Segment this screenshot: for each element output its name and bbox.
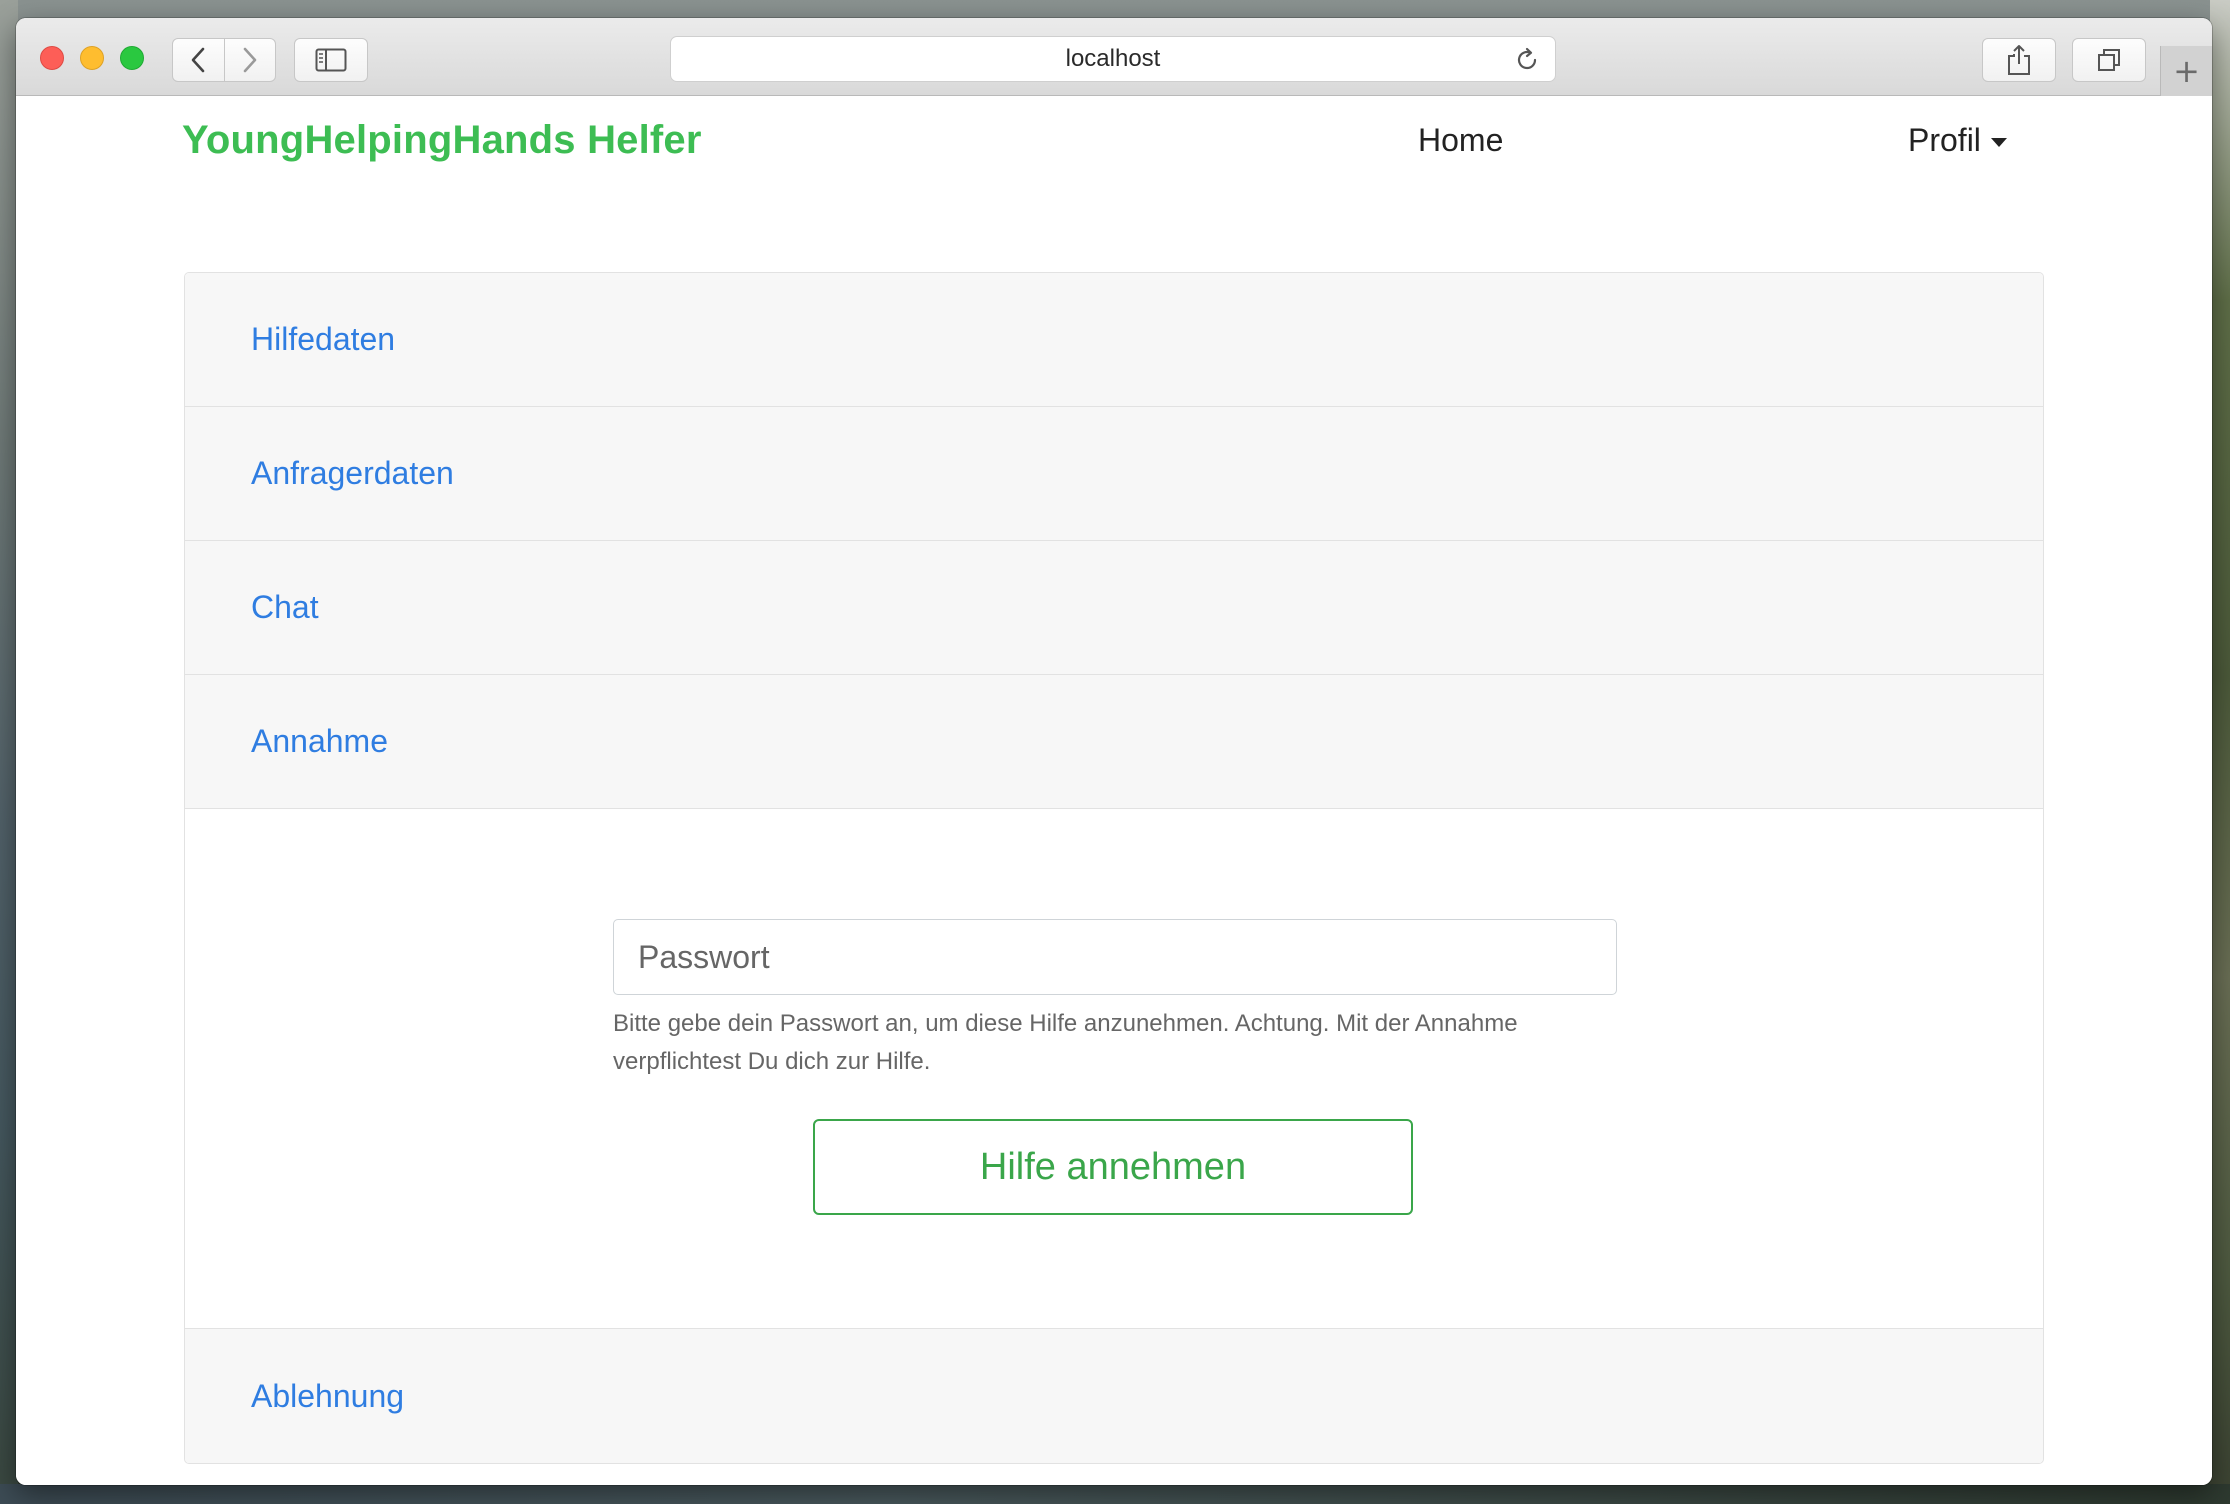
sidebar-toggle-button[interactable] (294, 38, 368, 82)
accordion-header-hilfedaten[interactable]: Hilfedaten (185, 273, 2043, 407)
history-nav-group (172, 38, 276, 82)
accordion-header-chat[interactable]: Chat (185, 541, 2043, 675)
nav-profile-dropdown[interactable]: Profil (1908, 122, 2007, 159)
reload-icon[interactable] (1513, 46, 1541, 74)
back-button[interactable] (173, 39, 224, 81)
chevron-left-icon (192, 47, 205, 73)
accordion-header-annahme[interactable]: Annahme (185, 675, 2043, 809)
tabs-overview-icon (2098, 49, 2120, 71)
accordion-header-ablehnung[interactable]: Ablehnung (185, 1329, 2043, 1463)
close-window-button[interactable] (40, 46, 64, 70)
accordion-link[interactable]: Anfragerdaten (251, 455, 454, 492)
web-page: YoungHelpingHands Helfer Home Profil Hil… (16, 96, 2212, 1485)
detail-accordion: Hilfedaten Anfragerdaten Chat Annahme Bi… (184, 272, 2044, 1464)
browser-toolbar: localhost + (16, 18, 2212, 96)
accordion-link[interactable]: Annahme (251, 723, 388, 760)
nav-profile-label: Profil (1908, 122, 1981, 158)
password-input[interactable] (613, 919, 1617, 995)
accordion-header-anfragerdaten[interactable]: Anfragerdaten (185, 407, 2043, 541)
show-tabs-button[interactable] (2072, 38, 2146, 82)
minimize-window-button[interactable] (80, 46, 104, 70)
forward-button[interactable] (223, 39, 275, 81)
brand-logo-text[interactable]: YoungHelpingHands Helfer (182, 118, 702, 163)
annahme-panel: Bitte gebe dein Passwort an, um diese Hi… (185, 809, 2043, 1329)
maximize-window-button[interactable] (120, 46, 144, 70)
url-text: localhost (1065, 45, 1161, 72)
caret-down-icon (1990, 138, 2007, 147)
accordion-link[interactable]: Hilfedaten (251, 321, 395, 358)
new-tab-button[interactable]: + (2160, 46, 2212, 96)
desktop-backdrop-right (2210, 0, 2230, 1504)
sidebar-icon (315, 48, 347, 72)
desktop-backdrop-bottom (0, 1484, 2230, 1504)
nav-home-link[interactable]: Home (1418, 122, 1503, 159)
share-icon (2008, 45, 2030, 75)
share-button[interactable] (1982, 38, 2056, 82)
browser-window: localhost + YoungHelpingHands Helfer Hom… (16, 18, 2212, 1485)
accordion-link[interactable]: Chat (251, 589, 319, 626)
chevron-right-icon (243, 47, 257, 73)
accordion-link[interactable]: Ablehnung (251, 1378, 404, 1415)
address-bar[interactable]: localhost (670, 36, 1556, 82)
accept-help-button[interactable]: Hilfe annehmen (813, 1119, 1413, 1215)
password-help-text: Bitte gebe dein Passwort an, um diese Hi… (613, 1010, 1518, 1075)
